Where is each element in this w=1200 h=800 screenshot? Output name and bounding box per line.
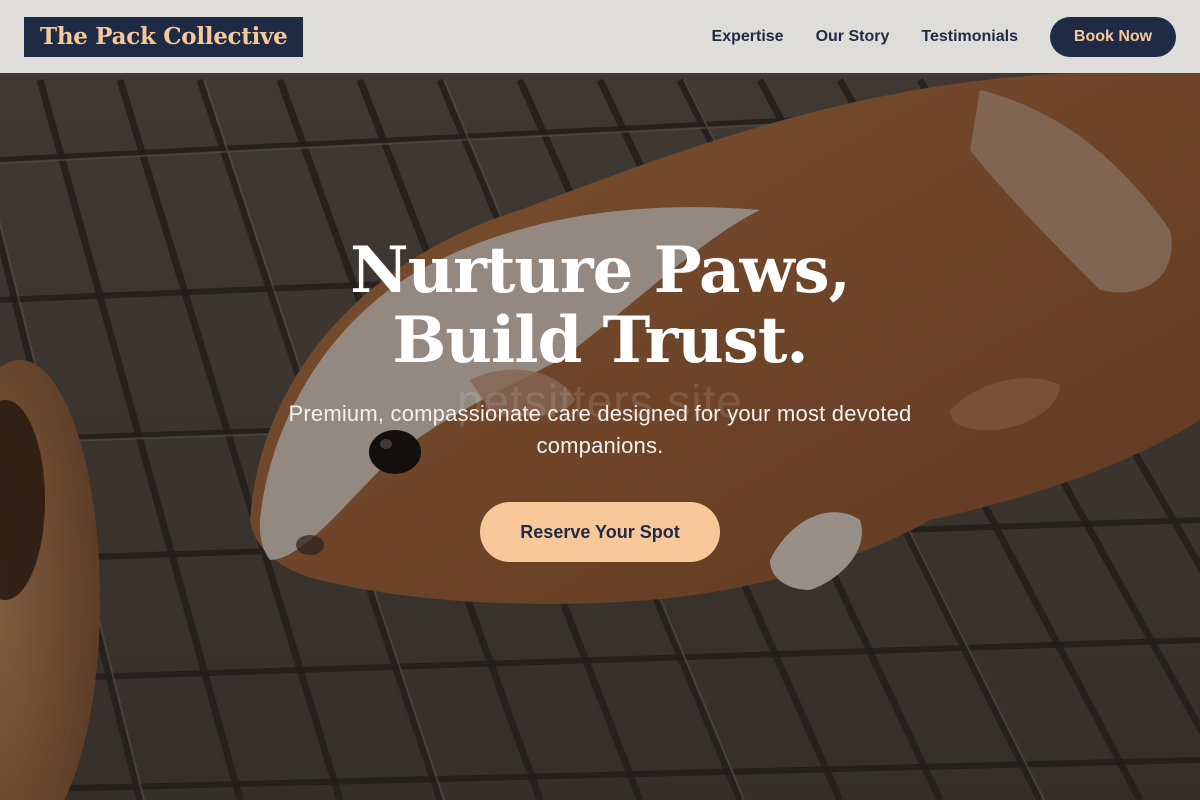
hero-title-line-1: Nurture Paws, xyxy=(350,233,851,308)
nav-link-expertise[interactable]: Expertise xyxy=(712,28,784,46)
hero-title: Nurture Paws, Build Trust. xyxy=(0,236,1200,376)
book-now-button[interactable]: Book Now xyxy=(1050,16,1176,57)
logo[interactable]: The Pack Collective xyxy=(24,16,304,57)
site-header: The Pack Collective Expertise Our Story … xyxy=(0,0,1200,73)
hero-title-line-2: Build Trust. xyxy=(392,303,808,378)
reserve-spot-button[interactable]: Reserve Your Spot xyxy=(480,502,720,562)
nav-link-our-story[interactable]: Our Story xyxy=(816,28,890,46)
hero-subtitle: Premium, compassionate care designed for… xyxy=(288,401,912,458)
nav-link-testimonials[interactable]: Testimonials xyxy=(921,28,1018,46)
page: The Pack Collective Expertise Our Story … xyxy=(0,0,1200,800)
hero-section: Nurture Paws, Build Trust. Premium, comp… xyxy=(0,236,1200,562)
main-nav: Expertise Our Story Testimonials Book No… xyxy=(712,16,1176,57)
